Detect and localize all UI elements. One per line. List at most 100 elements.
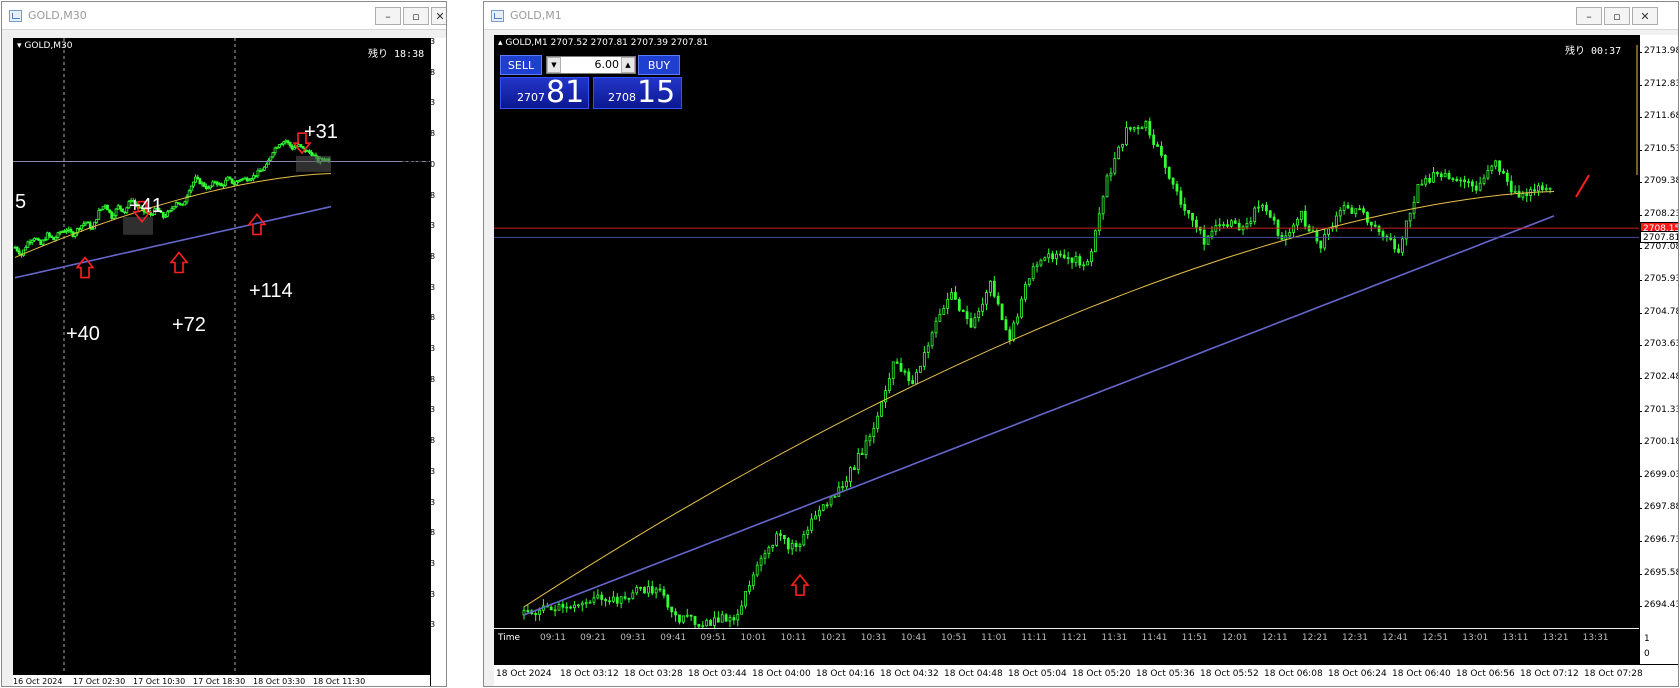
bid-quote-button[interactable]: 2707 81 — [500, 75, 589, 110]
price-axis-labels-m1: 2713.98 2712.83 2711.68 2710.53 2709.38 2708.… — [1638, 35, 1678, 628]
close-button[interactable]: ✕ — [431, 7, 446, 25]
candle — [39, 239, 43, 246]
maximize-button[interactable]: ▫ — [1604, 7, 1630, 25]
candle-body — [814, 515, 817, 520]
maximize-button[interactable]: ▫ — [403, 7, 429, 25]
time-axis[interactable]: 16 Oct 2024 17 Oct 02:30 17 Oct 10:30 17 Oc… — [13, 674, 430, 686]
candle-body — [674, 611, 677, 616]
time-marker-label: 11:31 — [1101, 633, 1128, 643]
candle — [1167, 166, 1171, 181]
candle-body — [1117, 146, 1121, 159]
price-axis[interactable]: 2713.98 2712.83 2711.68 2710.53 2709.38 2708.… — [1638, 35, 1678, 664]
candle-body — [565, 606, 569, 609]
candle — [534, 611, 538, 622]
minimize-button[interactable]: – — [375, 7, 401, 25]
candle — [1494, 159, 1498, 170]
price-tick-label: 2536.23 — [396, 589, 436, 599]
candle — [919, 365, 922, 373]
one-click-trading-panel[interactable]: SELL ▼ 6.00 ▲ BUY 2707 81 2708 15 — [500, 55, 682, 110]
candle-body — [45, 232, 49, 241]
candle — [185, 194, 189, 205]
lot-size-value[interactable]: 6.00 — [563, 58, 620, 71]
candle — [97, 207, 101, 220]
title-bar[interactable]: GOLD,M1 – ▫ ✕ — [484, 2, 1678, 30]
candle-body — [63, 230, 66, 233]
price-tick-label: 2573.03 — [396, 497, 436, 507]
symbol-label: ▴ GOLD,M1 2707.52 2707.81 2707.39 2707.8… — [498, 38, 709, 48]
candle-body — [1093, 230, 1097, 253]
candle-body — [1179, 190, 1183, 205]
candle-body — [166, 211, 170, 217]
candle — [1226, 219, 1229, 229]
candle-body — [705, 620, 709, 627]
candle — [627, 597, 631, 603]
candle-body — [934, 320, 938, 334]
price-chart-m1[interactable]: ▴ GOLD,M1 2707.52 2707.81 2707.39 2707.8… — [494, 35, 1639, 628]
indicator-subwindow[interactable]: Time 09:11 09:21 09:31 09:41 09:51 10:01 10:11… — [494, 629, 1639, 664]
buy-button[interactable]: BUY — [638, 55, 680, 75]
candle — [256, 168, 260, 179]
candle-body — [938, 314, 942, 322]
candle — [1264, 201, 1268, 215]
candle — [241, 177, 245, 182]
lot-size-field[interactable]: ▼ 6.00 ▲ — [546, 56, 636, 74]
candle-body — [1128, 127, 1132, 130]
candle — [1183, 197, 1187, 216]
lot-decrease-button[interactable]: ▼ — [547, 57, 561, 73]
chart-window-m30[interactable]: GOLD,M30 – ▫ ✕ ▾ GOLD,M30 残り 18:38 5 +41… — [1, 1, 447, 687]
candle-body — [1163, 154, 1167, 168]
chart-window-m1[interactable]: GOLD,M1 – ▫ ✕ ▴ GOLD,M1 2707.52 2707.81 … — [483, 1, 1679, 687]
candle — [1404, 220, 1408, 246]
price-tick-label: 2756.43 — [396, 37, 436, 46]
price-chart-m30[interactable]: ▾ GOLD,M30 残り 18:38 5 +41 +31 +114 +40 +… — [13, 38, 430, 686]
minimize-button[interactable]: – — [1576, 7, 1602, 25]
candle — [891, 361, 895, 386]
candle-body — [1350, 207, 1354, 214]
candle — [1377, 224, 1381, 236]
close-button[interactable]: ✕ — [1632, 7, 1658, 25]
candle-body — [284, 140, 288, 143]
candle — [553, 604, 557, 617]
candle-body — [930, 332, 934, 347]
candle-body — [1319, 240, 1323, 249]
candle — [1097, 207, 1101, 236]
time-marker-label: 13:21 — [1542, 633, 1569, 643]
time-tick-label: 18 Oct 06:08 — [1264, 669, 1323, 679]
price-tick-label: 2597.18 — [396, 436, 436, 446]
candle — [1148, 117, 1152, 139]
candle — [938, 308, 942, 322]
candle — [1241, 224, 1245, 236]
candle-body — [17, 250, 21, 255]
price-tick-label: 2695.18 — [396, 190, 436, 200]
candle — [685, 608, 689, 618]
candle-body — [252, 175, 256, 180]
candle — [110, 210, 114, 220]
candle — [693, 615, 697, 628]
candle — [82, 221, 86, 228]
candle — [880, 400, 883, 418]
ask-quote-button[interactable]: 2708 15 — [593, 75, 682, 110]
candle — [35, 237, 38, 240]
sell-button[interactable]: SELL — [500, 55, 542, 75]
candle — [810, 513, 814, 534]
candle-body — [577, 604, 580, 607]
candle — [565, 602, 569, 613]
ask-price-major: 2708 — [608, 91, 636, 104]
candle — [817, 505, 821, 522]
candle — [1276, 218, 1280, 239]
time-tick-label: 18 Oct 03:30 — [253, 677, 306, 686]
candle-body — [1043, 257, 1047, 261]
time-marker-label: 10:21 — [820, 633, 847, 643]
candle-body — [1393, 239, 1397, 250]
candle-body — [217, 183, 221, 186]
candle-body — [174, 202, 178, 208]
time-axis[interactable]: 18 Oct 2024 18 Oct 03:12 18 Oct 03:28 18 Oc… — [494, 664, 1678, 686]
title-bar[interactable]: GOLD,M30 – ▫ ✕ — [2, 2, 446, 30]
candle — [1397, 244, 1400, 254]
candle — [775, 530, 779, 547]
moving-average-fast — [523, 191, 1555, 608]
candle-body — [1459, 179, 1463, 182]
candle-body — [273, 147, 277, 153]
candle-body — [681, 615, 685, 623]
lot-increase-button[interactable]: ▲ — [621, 57, 635, 73]
